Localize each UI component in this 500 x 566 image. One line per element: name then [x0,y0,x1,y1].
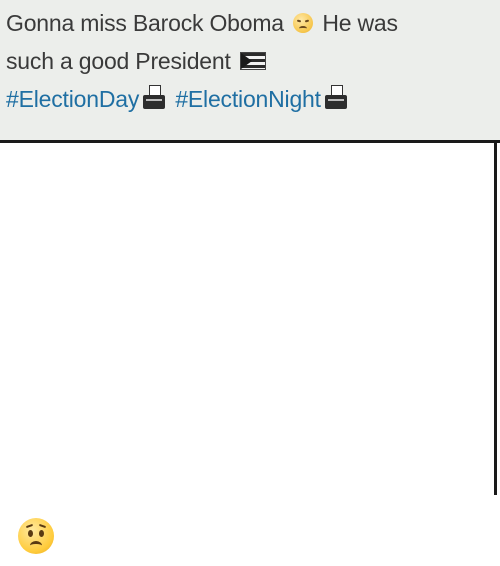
tweet-text-part: He was [322,10,398,36]
tweet-hashtags: #ElectionDay #ElectionNight [6,80,498,118]
hashtag-election-night[interactable]: #ElectionNight [175,86,321,112]
post-header: Gonna miss Barock Oboma He was such a go… [0,0,500,140]
tweet-text-part: such a good President [6,48,231,74]
ballot-box-icon [324,84,348,111]
flag-icon [239,51,266,70]
tweet-text: Gonna miss Barock Oboma He was such a go… [6,4,498,118]
worried-face-icon [18,518,54,554]
tweet-line-2: such a good President [6,42,498,80]
frame-edge-line [494,140,497,495]
disappointed-face-icon [293,12,314,33]
ballot-box-icon [142,84,166,111]
tweet-text-part: Gonna miss Barock Oboma [6,10,284,36]
divider-line [0,140,500,143]
tweet-line-1: Gonna miss Barock Oboma He was [6,4,498,42]
hashtag-election-day[interactable]: #ElectionDay [6,86,139,112]
